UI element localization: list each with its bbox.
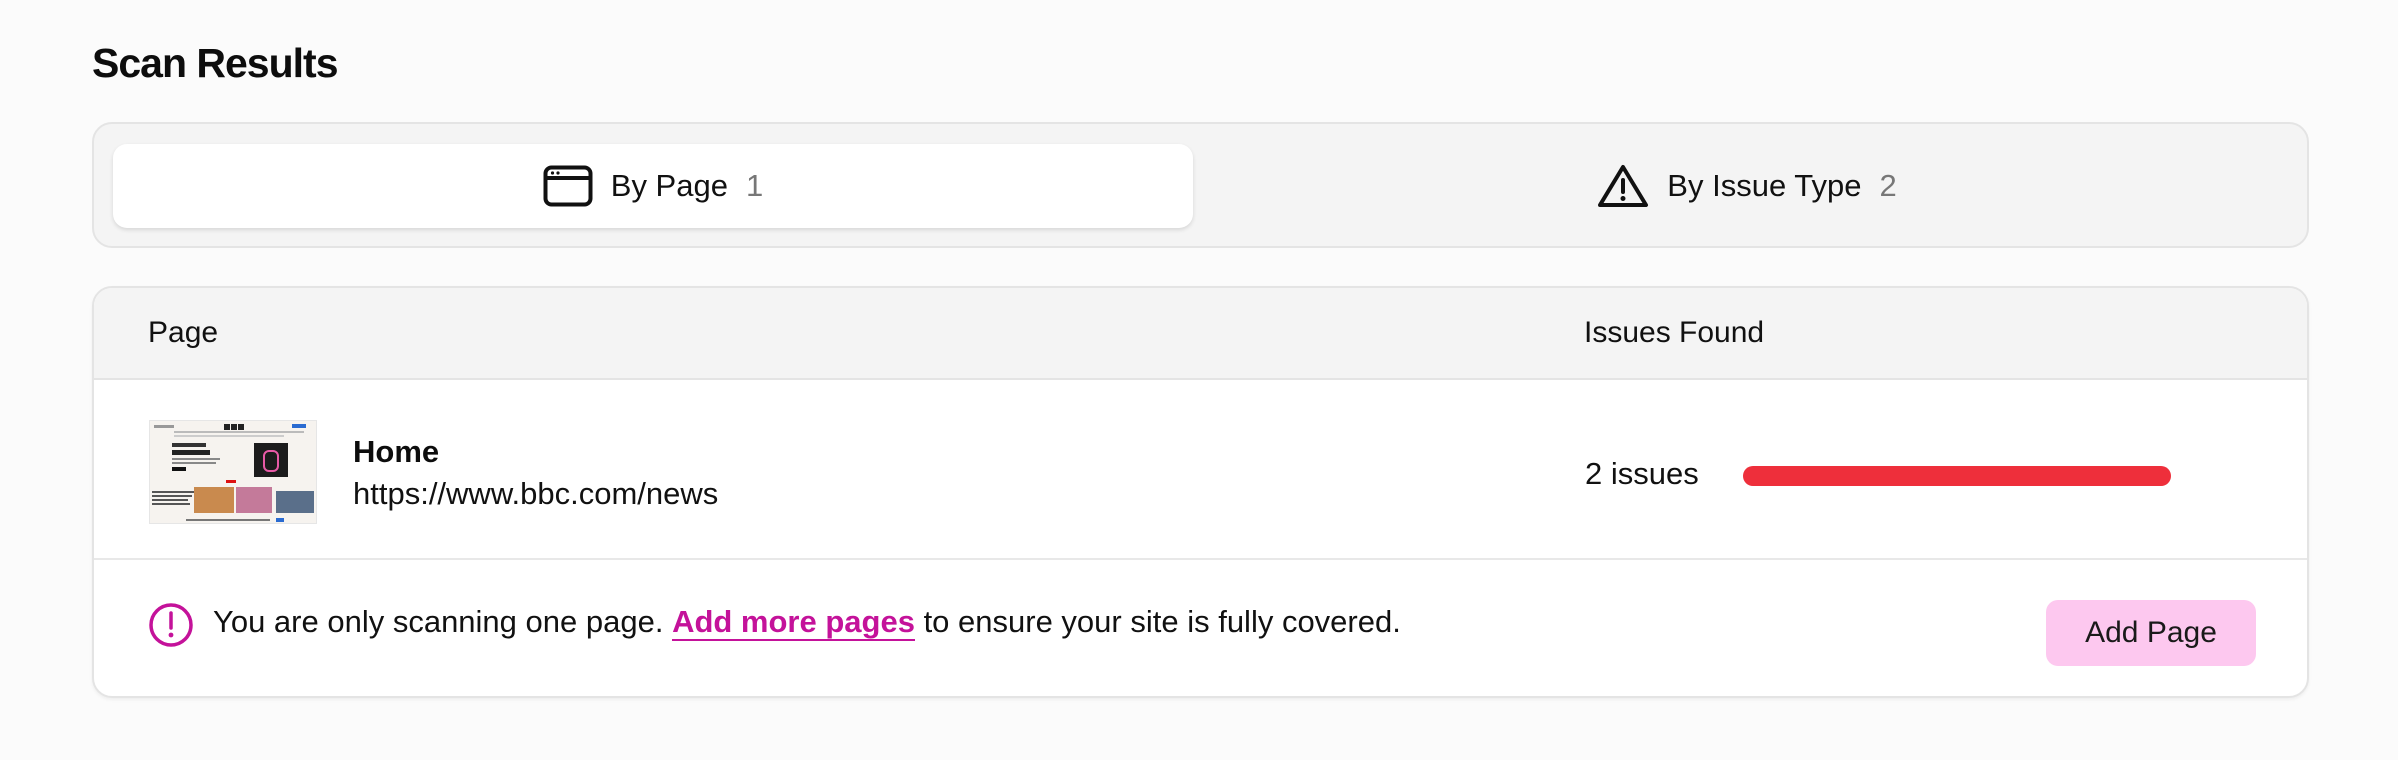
tab-by-page-count: 1	[745, 168, 764, 203]
issue-count: 2 issues	[1585, 456, 1699, 491]
column-header-page: Page	[148, 316, 219, 349]
alert-circle-icon	[148, 602, 194, 653]
notice-text-before: You are only scanning one page.	[213, 604, 673, 639]
scan-results-page: Scan Results By Page 1 By Issue Type 2 P…	[0, 0, 2398, 760]
add-more-pages-link[interactable]: Add more pages	[672, 604, 915, 641]
table-row[interactable]: Home https://www.bbc.com/news 2 issues	[94, 380, 2307, 560]
column-header-issues: Issues Found	[1584, 316, 1765, 349]
page-url: https://www.bbc.com/news	[353, 476, 719, 511]
page-name: Home	[353, 434, 440, 469]
tab-by-issue-type-label: By Issue Type	[1667, 168, 1862, 203]
notice-text: You are only scanning one page. Add more…	[213, 604, 1401, 641]
warning-triangle-icon	[1597, 163, 1649, 209]
browser-window-icon	[543, 165, 593, 207]
page-title: Scan Results	[92, 40, 338, 86]
table-header: Page Issues Found	[94, 288, 2307, 380]
tab-by-page[interactable]: By Page 1	[113, 144, 1193, 228]
notice-text-after: to ensure your site is fully covered.	[914, 604, 1401, 639]
page-thumbnail	[149, 420, 317, 524]
view-tabs: By Page 1 By Issue Type 2	[92, 122, 2309, 248]
coverage-notice: You are only scanning one page. Add more…	[94, 560, 2307, 696]
add-page-button[interactable]: Add Page	[2046, 600, 2256, 666]
issues-bar	[1743, 466, 2171, 486]
tab-by-page-label: By Page	[610, 168, 728, 203]
tab-by-issue-type-count: 2	[1879, 168, 1897, 203]
results-table: Page Issues Found Home https://www.bbc.c…	[92, 286, 2309, 698]
tab-by-issue-type[interactable]: By Issue Type 2	[1201, 144, 2293, 228]
issues-bar-fill	[1743, 466, 2171, 486]
